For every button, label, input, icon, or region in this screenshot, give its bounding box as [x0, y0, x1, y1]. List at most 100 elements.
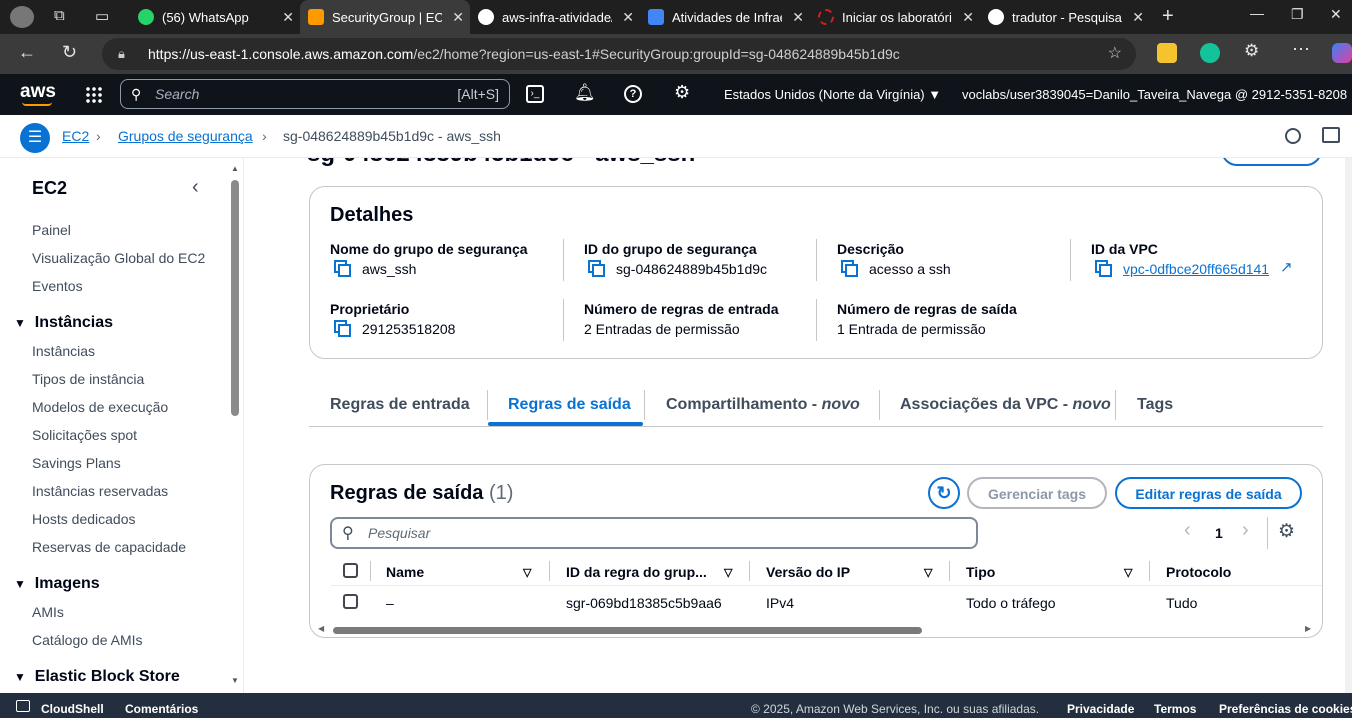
- sidebar-scrollbar[interactable]: [231, 180, 239, 416]
- settings-gear-icon[interactable]: ⚙: [674, 82, 690, 103]
- copy-icon[interactable]: [1095, 260, 1113, 278]
- sidebar-item-modelos-de-execucao[interactable]: Modelos de execução: [32, 399, 168, 415]
- tab-tags[interactable]: Tags: [1137, 396, 1173, 414]
- tab-inbound-rules[interactable]: Regras de entrada: [330, 396, 470, 414]
- cookie-preferences-link[interactable]: Preferências de cookies: [1219, 702, 1352, 716]
- horizontal-scrollbar-thumb[interactable]: [333, 627, 922, 634]
- side-nav-toggle-button[interactable]: ☰: [20, 123, 50, 153]
- sidebar-item-visualizacao-global[interactable]: Visualização Global do EC2: [32, 250, 205, 266]
- scroll-left-icon[interactable]: ◀: [318, 624, 324, 633]
- previous-page-icon[interactable]: ‹: [1184, 519, 1191, 542]
- sort-caret-icon[interactable]: ▽: [1124, 566, 1132, 579]
- scroll-right-icon[interactable]: ▶: [1305, 624, 1311, 633]
- sidebar-title[interactable]: EC2: [32, 178, 67, 199]
- close-icon[interactable]: ✕: [622, 9, 634, 26]
- close-icon[interactable]: ✕: [962, 9, 974, 26]
- sort-caret-icon[interactable]: ▽: [724, 566, 732, 579]
- region-selector[interactable]: Estados Unidos (Norte da Virgínia) ▼: [724, 87, 941, 102]
- sidebar-section-imagens[interactable]: ▼ Imagens: [14, 575, 100, 593]
- browser-tab-whatsapp[interactable]: (56) WhatsApp ✕: [130, 0, 300, 34]
- browser-tab-tradutor[interactable]: tradutor - Pesquisa ✕: [980, 0, 1150, 34]
- display-preferences-icon[interactable]: [1322, 127, 1340, 143]
- sidebar-item-solicitacoes-spot[interactable]: Solicitações spot: [32, 427, 137, 443]
- restore-icon[interactable]: ❐: [1291, 6, 1304, 23]
- tab-actions-icon[interactable]: ▭: [95, 7, 109, 25]
- cloudshell-link[interactable]: CloudShell: [41, 702, 104, 716]
- sidebar-item-instancias[interactable]: Instâncias: [32, 343, 95, 359]
- tab-outbound-rules[interactable]: Regras de saída: [508, 396, 631, 414]
- feedback-link[interactable]: Comentários: [125, 702, 198, 716]
- sort-caret-icon[interactable]: ▽: [523, 566, 531, 579]
- sidebar-item-catalogo-de-amis[interactable]: Catálogo de AMIs: [32, 632, 143, 648]
- terms-link[interactable]: Termos: [1154, 702, 1196, 716]
- favorite-star-icon[interactable]: ☆: [1108, 38, 1122, 70]
- actions-button-partial[interactable]: [1221, 158, 1322, 166]
- collapse-sidebar-icon[interactable]: ‹: [192, 176, 199, 199]
- reload-icon[interactable]: ↻: [62, 42, 77, 63]
- rules-search-input[interactable]: ⚲ Pesquisar: [330, 517, 978, 549]
- browser-tab-labs[interactable]: Iniciar os laboratório ✕: [810, 0, 980, 34]
- column-header-rule-id[interactable]: ID da regra do grup...: [566, 564, 707, 580]
- services-grid-icon[interactable]: [85, 86, 103, 104]
- sidebar-item-painel[interactable]: Painel: [32, 222, 71, 238]
- cloudshell-icon[interactable]: ›_: [526, 85, 544, 103]
- manage-tags-button[interactable]: Gerenciar tags: [967, 477, 1107, 509]
- column-header-protocol[interactable]: Protocolo: [1166, 564, 1231, 580]
- close-icon[interactable]: ✕: [1132, 9, 1144, 26]
- vpc-id-link[interactable]: vpc-0dfbce20ff665d141: [1123, 261, 1269, 277]
- grammarly-icon[interactable]: [1200, 43, 1220, 63]
- url-field[interactable]: 🔒︎ https://us-east-1.console.aws.amazon.…: [102, 38, 1136, 70]
- copy-icon[interactable]: [334, 260, 352, 278]
- sidebar-item-reservas-de-capacidade[interactable]: Reservas de capacidade: [32, 539, 186, 555]
- sidebar-section-instancias[interactable]: ▼ Instâncias: [14, 314, 113, 332]
- copilot-icon[interactable]: [1332, 43, 1352, 63]
- column-header-name[interactable]: Name: [386, 564, 424, 580]
- sort-caret-icon[interactable]: ▽: [924, 566, 932, 579]
- external-link-icon[interactable]: ↗: [1280, 258, 1293, 276]
- breadcrumb-ec2[interactable]: EC2: [62, 128, 89, 144]
- select-all-checkbox[interactable]: [343, 563, 358, 578]
- scroll-down-icon[interactable]: ▼: [231, 676, 239, 685]
- tab-sharing[interactable]: Compartilhamento - novo: [666, 396, 860, 414]
- refresh-button[interactable]: ↻: [928, 477, 960, 509]
- sidebar-item-eventos[interactable]: Eventos: [32, 278, 83, 294]
- close-icon[interactable]: ✕: [452, 9, 464, 26]
- new-tab-icon[interactable]: +: [1162, 5, 1174, 28]
- next-page-icon[interactable]: ›: [1242, 519, 1249, 542]
- sidebar-item-savings-plans[interactable]: Savings Plans: [32, 455, 121, 471]
- browser-tab-securitygroup[interactable]: SecurityGroup | EC2 ✕: [300, 0, 470, 34]
- page-number[interactable]: 1: [1215, 525, 1223, 541]
- copy-icon[interactable]: [841, 260, 859, 278]
- scroll-up-icon[interactable]: ▲: [231, 164, 239, 173]
- sidebar-item-tipos-de-instancia[interactable]: Tipos de instância: [32, 371, 144, 387]
- close-icon[interactable]: ✕: [792, 9, 804, 26]
- sidebar-item-amis[interactable]: AMIs: [32, 604, 64, 620]
- copy-icon[interactable]: [588, 260, 606, 278]
- aws-logo[interactable]: aws: [20, 81, 56, 103]
- tab-vpc-associations[interactable]: Associações da VPC - novo: [900, 396, 1111, 414]
- row-checkbox[interactable]: [343, 594, 358, 609]
- preferences-gear-icon[interactable]: ⚙: [1278, 520, 1295, 543]
- close-icon[interactable]: ✕: [282, 9, 294, 26]
- profile-avatar-icon[interactable]: [10, 6, 34, 28]
- page-scrollbar[interactable]: [1345, 158, 1352, 693]
- status-icon[interactable]: [1285, 128, 1301, 144]
- browser-tab-github[interactable]: aws-infra-atividade/ ✕: [470, 0, 640, 34]
- minimize-icon[interactable]: —: [1250, 5, 1264, 21]
- breadcrumb-security-groups[interactable]: Grupos de segurança: [118, 128, 253, 144]
- column-header-type[interactable]: Tipo: [966, 564, 995, 580]
- extension-icon[interactable]: [1157, 43, 1177, 63]
- browser-tab-atividades[interactable]: Atividades de Infrae ✕: [640, 0, 810, 34]
- cloudshell-footer-icon[interactable]: [16, 700, 30, 712]
- sidebar-item-instancias-reservadas[interactable]: Instâncias reservadas: [32, 483, 168, 499]
- help-icon[interactable]: ?: [624, 85, 642, 103]
- aws-search-input[interactable]: ⚲ Search [Alt+S]: [120, 79, 510, 109]
- privacy-link[interactable]: Privacidade: [1067, 702, 1134, 716]
- copy-icon[interactable]: [334, 320, 352, 338]
- back-icon[interactable]: ←: [18, 42, 36, 63]
- sidebar-item-hosts-dedicados[interactable]: Hosts dedicados: [32, 511, 136, 527]
- column-header-ip-version[interactable]: Versão do IP: [766, 564, 850, 580]
- window-close-icon[interactable]: ✕: [1330, 6, 1342, 23]
- account-menu[interactable]: voclabs/user3839045=Danilo_Taveira_Naveg…: [962, 87, 1352, 102]
- more-options-icon[interactable]: ⋯: [1292, 39, 1310, 60]
